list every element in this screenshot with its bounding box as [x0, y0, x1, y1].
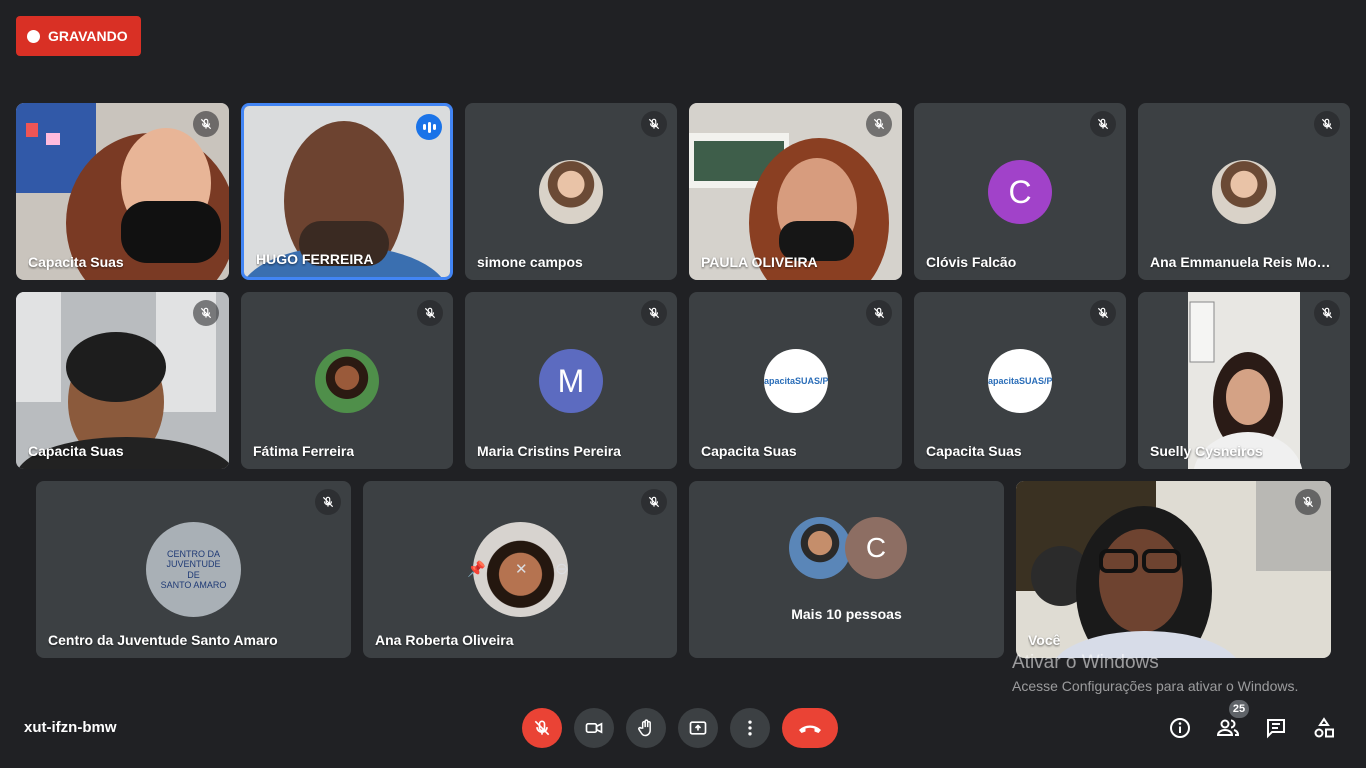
mic-off-icon [193, 111, 219, 137]
participant-name: PAULA OLIVEIRA [701, 254, 818, 270]
activities-icon [1314, 717, 1334, 738]
windows-activation-watermark: Ativar o Windows Acesse Configurações pa… [1012, 652, 1298, 694]
end-call-button[interactable] [782, 708, 838, 748]
participant-name: Centro da Juventude Santo Amaro [48, 632, 278, 648]
watermark-title: Ativar o Windows [1012, 652, 1159, 673]
participant-name: Maria Cristins Pereira [477, 443, 621, 459]
mic-off-icon [315, 489, 341, 515]
participant-name: Capacita Suas [926, 443, 1022, 459]
participant-avatar [539, 160, 603, 224]
logo-line: CENTRO DA JUVENTUDE [166, 548, 221, 570]
mic-off-icon [1090, 111, 1116, 137]
chat-button[interactable] [1262, 714, 1290, 742]
speaking-indicator-icon [416, 114, 442, 140]
meeting-code: xut-ifzn-bmw [24, 719, 117, 736]
camera-icon [585, 722, 603, 734]
logo-line: DE [187, 569, 200, 580]
mic-off-icon [534, 720, 550, 736]
watermark-subtitle: Acesse Configurações para ativar o Windo… [1012, 678, 1299, 694]
mic-off-icon [193, 300, 219, 326]
mic-off-icon [641, 111, 667, 137]
participant-name: Ana Emmanuela Reis Mont... [1150, 254, 1338, 270]
raise-hand-icon [638, 719, 651, 737]
participant-tile[interactable]: HUGO FERREIRA [241, 103, 453, 280]
self-view-tile[interactable]: Você [1016, 481, 1331, 658]
participant-tile[interactable]: PAULA OLIVEIRA [689, 103, 902, 280]
mute-participant-icon[interactable]: ✕ [515, 560, 528, 578]
participant-avatar: C [988, 160, 1052, 224]
participant-avatar [789, 517, 851, 579]
present-icon [689, 721, 707, 735]
mic-off-icon [1295, 489, 1321, 515]
participant-name: Capacita Suas [701, 443, 797, 459]
mic-toggle-button[interactable] [522, 708, 562, 748]
meeting-info-button[interactable] [1166, 714, 1194, 742]
participant-tile[interactable]: Suelly Cysneiros [1138, 292, 1350, 469]
mic-off-icon [641, 300, 667, 326]
participant-tile[interactable]: Capacita Suas [16, 292, 229, 469]
participant-avatar: CapacitaSUAS/PE [988, 349, 1052, 413]
mic-off-icon [417, 300, 443, 326]
participant-avatar: C [845, 517, 907, 579]
pin-icon[interactable]: 📌 [467, 560, 486, 578]
participant-tile[interactable]: CapacitaSUAS/PE Capacita Suas [689, 292, 902, 469]
raise-hand-button[interactable] [626, 708, 666, 748]
participant-name: simone campos [477, 254, 583, 270]
participant-name: Fátima Ferreira [253, 443, 355, 459]
participant-name: Você [1028, 632, 1061, 648]
participant-tile[interactable]: simone campos [465, 103, 677, 280]
video-feed [1016, 481, 1331, 658]
participant-count-badge: 25 [1229, 700, 1249, 718]
remove-participant-icon[interactable]: ⊖ [555, 559, 568, 579]
mic-off-icon [1314, 300, 1340, 326]
recording-dot-icon [27, 29, 40, 43]
recording-label: GRAVANDO [48, 28, 128, 44]
mic-off-icon [866, 111, 892, 137]
chat-icon [1267, 719, 1285, 739]
mic-off-icon [641, 489, 667, 515]
mic-off-icon [1314, 111, 1340, 137]
hang-up-icon [799, 725, 821, 733]
participant-avatar: CapacitaSUAS/PE [764, 349, 828, 413]
more-participants-label: Mais 10 pessoas [791, 606, 902, 622]
participant-avatar [1212, 160, 1276, 224]
mic-off-icon [866, 300, 892, 326]
more-vert-icon [748, 720, 752, 736]
participant-tile[interactable]: CENTRO DA JUVENTUDE DE SANTO AMARO Centr… [36, 481, 351, 658]
recording-badge: GRAVANDO [16, 16, 141, 56]
participant-tile[interactable]: C Clóvis Falcão [914, 103, 1126, 280]
more-options-button[interactable] [730, 708, 770, 748]
participant-name: Capacita Suas [28, 254, 124, 270]
participant-tile[interactable]: M Maria Cristins Pereira [465, 292, 677, 469]
people-button[interactable] [1214, 714, 1242, 742]
participant-tile[interactable]: CapacitaSUAS/PE Capacita Suas [914, 292, 1126, 469]
mic-off-icon [1090, 300, 1116, 326]
participant-name: Clóvis Falcão [926, 254, 1017, 270]
participant-tile[interactable]: 📌 ✕ ⊖ Ana Roberta Oliveira [363, 481, 677, 658]
participant-tile[interactable]: Ana Emmanuela Reis Mont... [1138, 103, 1350, 280]
participant-tile[interactable]: Fátima Ferreira [241, 292, 453, 469]
participant-avatar: CENTRO DA JUVENTUDE DE SANTO AMARO [146, 522, 241, 617]
more-participants-tile[interactable]: C Mais 10 pessoas [689, 481, 1004, 658]
participant-name: Ana Roberta Oliveira [375, 632, 514, 648]
logo-line: SANTO AMARO [160, 579, 227, 590]
participant-name: Suelly Cysneiros [1150, 443, 1263, 459]
people-icon [1216, 719, 1240, 736]
participant-name: HUGO FERREIRA [256, 251, 374, 267]
participant-name: Capacita Suas [28, 443, 124, 459]
participant-avatar [315, 349, 379, 413]
participant-avatar: M [539, 349, 603, 413]
activities-button[interactable] [1310, 714, 1338, 742]
present-screen-button[interactable] [678, 708, 718, 748]
participant-tile[interactable]: Capacita Suas [16, 103, 229, 280]
info-icon [1170, 718, 1190, 738]
camera-toggle-button[interactable] [574, 708, 614, 748]
